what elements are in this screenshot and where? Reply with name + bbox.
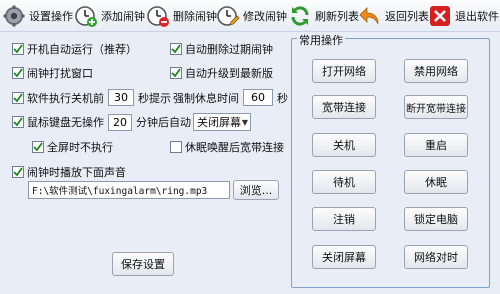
delete-alarm-button[interactable]: 删除闹钟 bbox=[146, 3, 217, 29]
idle-action-selected: 关闭屏幕 bbox=[197, 116, 241, 129]
idle-action-select[interactable]: 关闭屏幕 ▼ bbox=[193, 113, 251, 131]
shutdown-prompt-label: 软件执行关机前 bbox=[27, 91, 104, 105]
shutdown-prompt-unit: 秒提示 bbox=[138, 91, 171, 105]
autostart-checkbox[interactable] bbox=[12, 43, 24, 55]
delete-alarm-label: 删除闹钟 bbox=[173, 10, 217, 23]
auto-upgrade-checkbox[interactable] bbox=[170, 67, 182, 79]
play-sound-checkbox[interactable] bbox=[12, 166, 24, 178]
idle-action-label: 鼠标键盘无操作 bbox=[27, 116, 104, 129]
open-network-button[interactable]: 打开网络 bbox=[312, 59, 376, 83]
fullscreen-skip-label: 全屏时不执行 bbox=[47, 141, 113, 154]
play-sound-option[interactable]: 闹钟时播放下面声音 bbox=[12, 164, 126, 180]
sleep-wake-disconnect-option[interactable]: 休眠唤醒后宽带连接 bbox=[170, 139, 284, 155]
forced-rest-label: 强制休息时间 bbox=[173, 91, 239, 105]
close-screen-button[interactable]: 关闭屏幕 bbox=[312, 245, 376, 269]
back-list-button[interactable]: 返回列表 bbox=[358, 3, 429, 29]
auto-delete-expired-checkbox[interactable] bbox=[170, 43, 182, 55]
restart-button[interactable]: 重启 bbox=[404, 133, 468, 157]
save-settings-button[interactable]: 保存设置 bbox=[112, 252, 174, 276]
broadband-disconnect-button[interactable]: 断开宽带连接 bbox=[404, 95, 468, 119]
settings-button[interactable]: 设置操作 bbox=[2, 3, 73, 29]
fullscreen-skip-option[interactable]: 全屏时不执行 bbox=[32, 139, 113, 155]
shutdown-button[interactable]: 关机 bbox=[312, 133, 376, 157]
broadband-connect-button[interactable]: 宽带连接 bbox=[312, 95, 376, 119]
refresh-list-label: 刷新列表 bbox=[315, 10, 359, 23]
sleep-wake-disconnect-checkbox[interactable] bbox=[170, 141, 182, 153]
back-list-label: 返回列表 bbox=[385, 10, 429, 23]
refresh-icon bbox=[288, 4, 312, 28]
disable-network-button[interactable]: 禁用网络 bbox=[404, 59, 468, 83]
auto-upgrade-option[interactable]: 自动升级到最新版 bbox=[170, 65, 273, 81]
forced-rest-seconds-input[interactable] bbox=[243, 89, 273, 106]
idle-action-checkbox[interactable] bbox=[12, 116, 24, 128]
browse-button[interactable]: 浏览... bbox=[233, 180, 279, 200]
chevron-down-icon: ▼ bbox=[241, 117, 248, 127]
auto-upgrade-label: 自动升级到最新版 bbox=[185, 67, 273, 80]
forced-rest-option: 强制休息时间 秒 bbox=[173, 89, 288, 106]
exit-button[interactable]: 退出软件 bbox=[428, 3, 499, 29]
settings-label: 设置操作 bbox=[29, 10, 73, 23]
alarm-popup-label: 闹钟打扰窗口 bbox=[27, 67, 93, 80]
back-arrow-icon bbox=[358, 4, 382, 28]
refresh-list-button[interactable]: 刷新列表 bbox=[288, 3, 359, 29]
idle-action-option: 鼠标键盘无操作 分钟后自动 关闭屏幕 ▼ bbox=[12, 113, 251, 131]
fullscreen-skip-checkbox[interactable] bbox=[32, 141, 44, 153]
auto-delete-expired-option[interactable]: 自动删除过期闹钟 bbox=[170, 41, 273, 57]
shutdown-prompt-checkbox[interactable] bbox=[12, 91, 24, 104]
autostart-label: 开机自动运行（推荐） bbox=[27, 43, 137, 56]
alarm-popup-option[interactable]: 闹钟打扰窗口 bbox=[12, 65, 93, 81]
lock-computer-button[interactable]: 锁定电脑 bbox=[404, 207, 468, 231]
add-alarm-label: 添加闹钟 bbox=[101, 10, 145, 23]
forced-rest-unit: 秒 bbox=[277, 91, 288, 105]
edit-alarm-label: 修改闹钟 bbox=[243, 10, 287, 23]
shutdown-prompt-seconds-input[interactable] bbox=[108, 89, 134, 106]
hibernate-button[interactable]: 休眠 bbox=[404, 170, 468, 194]
edit-alarm-icon bbox=[216, 4, 240, 28]
add-alarm-button[interactable]: 添加闹钟 bbox=[74, 3, 145, 29]
gear-icon bbox=[2, 4, 26, 28]
shutdown-prompt-option: 软件执行关机前 秒提示 bbox=[12, 89, 171, 106]
exit-label: 退出软件 bbox=[455, 10, 499, 23]
alarm-popup-checkbox[interactable] bbox=[12, 67, 24, 79]
delete-alarm-icon bbox=[146, 4, 170, 28]
common-ops-title: 常用操作 bbox=[297, 32, 345, 48]
sound-path-input[interactable]: F:\软件测试\fuxingalarm\ring.mp3 bbox=[28, 181, 230, 199]
edit-alarm-button[interactable]: 修改闹钟 bbox=[216, 3, 287, 29]
add-alarm-icon bbox=[74, 4, 98, 28]
toolbar: 设置操作 添加闹钟 删除闹钟 修改闹钟 刷新列表 返回列表 退出软件 bbox=[0, 0, 500, 32]
standby-button[interactable]: 待机 bbox=[312, 170, 376, 194]
idle-action-suffix: 分钟后自动 bbox=[136, 116, 191, 129]
idle-minutes-input[interactable] bbox=[108, 113, 132, 131]
logoff-button[interactable]: 注销 bbox=[312, 207, 376, 231]
autostart-option[interactable]: 开机自动运行（推荐） bbox=[12, 41, 137, 57]
time-sync-button[interactable]: 网络对时 bbox=[404, 245, 468, 269]
sleep-wake-disconnect-label: 休眠唤醒后宽带连接 bbox=[185, 141, 284, 154]
auto-delete-expired-label: 自动删除过期闹钟 bbox=[185, 43, 273, 56]
play-sound-label: 闹钟时播放下面声音 bbox=[27, 166, 126, 179]
exit-icon bbox=[428, 4, 452, 28]
